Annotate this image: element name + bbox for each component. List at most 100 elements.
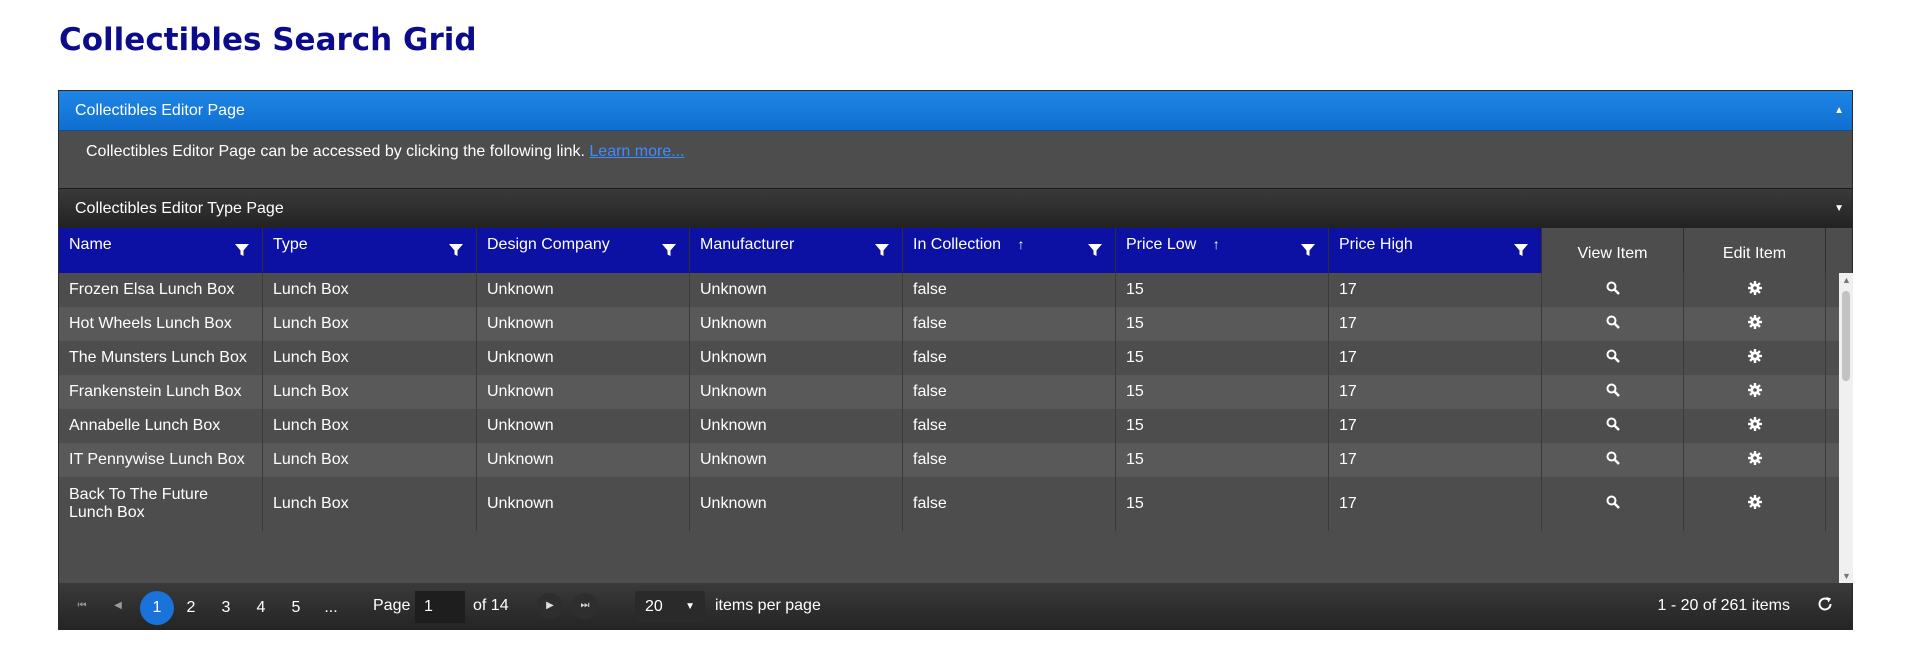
edit-item-button[interactable] <box>1684 409 1826 443</box>
edit-item-button[interactable] <box>1684 307 1826 341</box>
table-row[interactable]: The Munsters Lunch Box Lunch Box Unknown Un… <box>59 341 1853 375</box>
page-number-3[interactable]: 3 <box>209 591 243 625</box>
edit-item-button[interactable] <box>1684 341 1826 375</box>
cell-price-high: 17 <box>1329 443 1542 477</box>
filter-icon[interactable] <box>874 242 890 258</box>
cell-name: Hot Wheels Lunch Box <box>59 307 263 341</box>
cell-in-collection: false <box>903 443 1116 477</box>
table-row[interactable]: Hot Wheels Lunch Box Lunch Box Unknown Unkn… <box>59 307 1853 341</box>
pager-info: 1 - 20 of 261 items <box>1657 597 1790 614</box>
page-title: Collectibles Search Grid <box>59 22 477 58</box>
scroll-up-icon[interactable]: ▲ <box>1842 275 1851 285</box>
edit-item-button[interactable] <box>1684 443 1826 477</box>
collectibles-widget: Collectibles Editor Page ▲ Collectibles … <box>58 90 1853 630</box>
search-icon <box>1606 383 1620 402</box>
cell-price-low: 15 <box>1116 375 1329 409</box>
pager: ⏮ ◀ 1 2 3 4 5 ... Page of 14 ▶ ⏭ 20 ▼ it… <box>59 583 1852 630</box>
panel-body: Collectibles Editor Page can be accessed… <box>59 131 1852 188</box>
filter-icon[interactable] <box>448 242 464 258</box>
page-number-2[interactable]: 2 <box>174 591 208 625</box>
cell-type: Lunch Box <box>263 341 477 375</box>
column-label: In Collection <box>913 236 1002 253</box>
table-row[interactable]: Annabelle Lunch Box Lunch Box Unknown Unkno… <box>59 409 1853 443</box>
next-page-icon[interactable]: ▶ <box>537 593 563 619</box>
table-row[interactable]: Frozen Elsa Lunch Box Lunch Box Unknown Unk… <box>59 273 1853 307</box>
cell-type: Lunch Box <box>263 307 477 341</box>
table-row[interactable]: IT Pennywise Lunch Box Lunch Box Unknown Un… <box>59 443 1853 477</box>
cell-name: The Munsters Lunch Box <box>59 341 263 375</box>
collapse-arrow-icon[interactable]: ▲ <box>1834 91 1844 131</box>
panel-body-text: Collectibles Editor Page can be accessed… <box>86 143 585 160</box>
panel-collectibles-editor-page[interactable]: Collectibles Editor Page ▲ <box>59 91 1852 131</box>
cell-price-low: 15 <box>1116 409 1329 443</box>
refresh-icon[interactable] <box>1816 595 1834 613</box>
search-icon <box>1606 315 1620 334</box>
edit-item-button[interactable] <box>1684 477 1826 531</box>
vertical-scrollbar[interactable]: ▲ ▼ <box>1839 273 1853 583</box>
column-label: Manufacturer <box>700 236 795 253</box>
learn-more-link[interactable]: Learn more... <box>589 143 684 160</box>
view-item-button[interactable] <box>1542 273 1684 307</box>
view-item-button[interactable] <box>1542 307 1684 341</box>
panel-collectibles-editor-type-page[interactable]: Collectibles Editor Type Page ▼ <box>59 188 1852 228</box>
chevron-down-icon: ▼ <box>685 601 695 612</box>
scroll-down-icon[interactable]: ▼ <box>1842 571 1851 581</box>
column-header-type[interactable]: Type <box>263 228 477 273</box>
filter-icon[interactable] <box>234 242 250 258</box>
filter-icon[interactable] <box>1087 242 1103 258</box>
cell-name: IT Pennywise Lunch Box <box>59 443 263 477</box>
table-row[interactable]: Frankenstein Lunch Box Lunch Box Unknown Un… <box>59 375 1853 409</box>
page-size-select[interactable]: 20 ▼ <box>635 591 705 623</box>
column-header-edit-item: Edit Item <box>1684 228 1826 273</box>
column-header-price-low[interactable]: Price Low ↑ <box>1116 228 1329 273</box>
page-number-4[interactable]: 4 <box>244 591 278 625</box>
column-header-in-collection[interactable]: In Collection ↑ <box>903 228 1116 273</box>
cell-type: Lunch Box <box>263 443 477 477</box>
gear-icon <box>1747 382 1762 402</box>
table-row[interactable]: Back To The Future Lunch Box Lunch Box Unk… <box>59 477 1853 531</box>
cell-price-high: 17 <box>1329 375 1542 409</box>
first-page-icon[interactable]: ⏮ <box>69 593 95 619</box>
panel-title: Collectibles Editor Type Page <box>75 200 284 217</box>
page-label: Page <box>373 597 411 614</box>
cell-price-low: 15 <box>1116 273 1329 307</box>
last-page-icon[interactable]: ⏭ <box>572 593 598 619</box>
cell-design-company: Unknown <box>477 477 690 531</box>
filter-icon[interactable] <box>1513 242 1529 258</box>
cell-in-collection: false <box>903 307 1116 341</box>
cell-in-collection: false <box>903 375 1116 409</box>
sort-ascending-icon: ↑ <box>1212 236 1220 252</box>
view-item-button[interactable] <box>1542 409 1684 443</box>
cell-type: Lunch Box <box>263 375 477 409</box>
cell-price-low: 15 <box>1116 477 1329 531</box>
edit-item-button[interactable] <box>1684 273 1826 307</box>
column-header-manufacturer[interactable]: Manufacturer <box>690 228 903 273</box>
gear-icon <box>1747 494 1762 514</box>
view-item-button[interactable] <box>1542 375 1684 409</box>
edit-item-button[interactable] <box>1684 375 1826 409</box>
page-number-1[interactable]: 1 <box>140 591 174 625</box>
column-header-price-high[interactable]: Price High <box>1329 228 1542 273</box>
cell-type: Lunch Box <box>263 477 477 531</box>
search-icon <box>1606 495 1620 514</box>
cell-design-company: Unknown <box>477 443 690 477</box>
scrollbar-thumb[interactable] <box>1842 291 1850 381</box>
page-input[interactable] <box>415 591 465 623</box>
cell-manufacturer: Unknown <box>690 443 903 477</box>
expand-arrow-icon[interactable]: ▼ <box>1834 189 1844 229</box>
view-item-button[interactable] <box>1542 443 1684 477</box>
filter-icon[interactable] <box>1300 242 1316 258</box>
column-header-design-company[interactable]: Design Company <box>477 228 690 273</box>
cell-manufacturer: Unknown <box>690 477 903 531</box>
page-number-5[interactable]: 5 <box>279 591 313 625</box>
column-label: Type <box>273 236 308 253</box>
view-item-button[interactable] <box>1542 477 1684 531</box>
filter-icon[interactable] <box>661 242 677 258</box>
items-per-page-label: items per page <box>715 597 821 614</box>
page-more[interactable]: ... <box>314 591 348 625</box>
cell-name: Frozen Elsa Lunch Box <box>59 273 263 307</box>
column-header-name[interactable]: Name <box>59 228 263 273</box>
previous-page-icon[interactable]: ◀ <box>105 593 131 619</box>
view-item-button[interactable] <box>1542 341 1684 375</box>
cell-price-high: 17 <box>1329 307 1542 341</box>
